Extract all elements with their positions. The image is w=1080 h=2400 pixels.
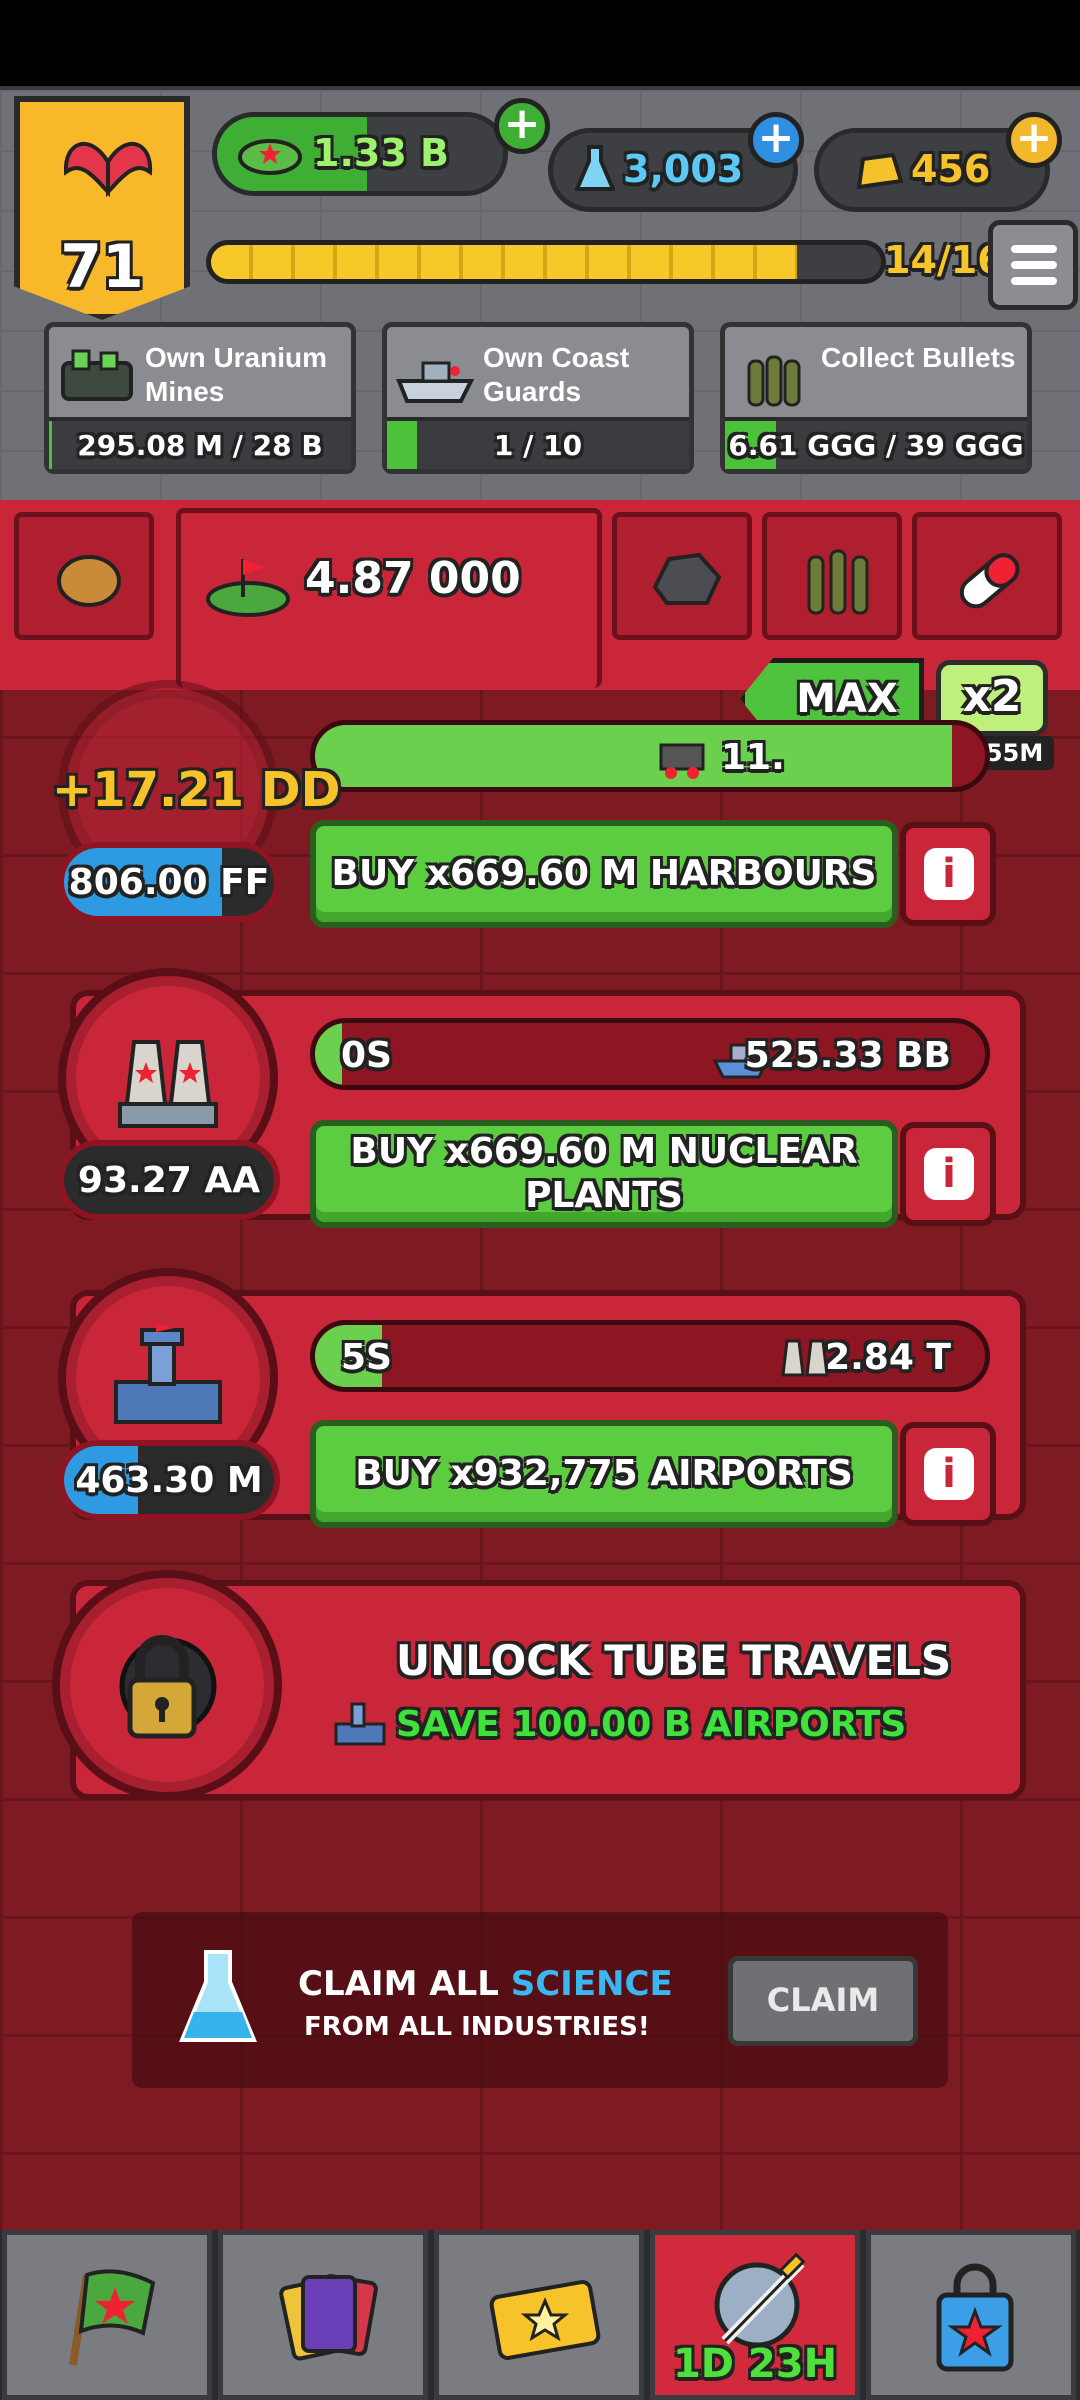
unlock-requirement: SAVE 100.00 B AIRPORTS [396,1704,907,1745]
claim-headline: CLAIM ALL SCIENCE [298,1964,673,2004]
nav-cards[interactable] [218,2230,428,2400]
harbours-earning: 11. [721,737,785,778]
xp-progress-fill [211,245,798,279]
add-science-button[interactable]: + [748,112,804,168]
cash-counter[interactable]: 1.33 B [212,112,508,196]
buy-nuclear-plants-button[interactable]: BUY x669.60 M NUCLEAR PLANTS [310,1120,898,1228]
flag-icon [69,2269,156,2366]
land-flag-icon [206,559,290,617]
nav-shop[interactable] [866,2230,1076,2400]
airport-icon [114,1324,222,1424]
airports-count: 463.30 M [58,1440,280,1520]
hamburger-icon [1011,245,1057,253]
harbours-production-bar: 11. [310,720,990,792]
player-level: 71 [60,232,144,302]
science-value: 3,003 [623,147,744,191]
claim-science-panel: CLAIM ALL SCIENCE FROM ALL INDUSTRIES! C… [132,1912,948,2088]
potato-icon [57,555,121,607]
shopping-bag-icon [936,2263,1014,2372]
uranium-mine-icon [61,349,133,401]
xp-progress-bar [206,240,886,284]
coast-guard-ship-icon [396,361,475,403]
info-icon: i [924,1448,974,1500]
tube-travels-locked-emblem [52,1570,282,1800]
info-icon: i [924,848,974,900]
gold-value: 456 [911,147,991,191]
tab-minerals[interactable] [612,512,752,640]
tab-potatoes[interactable] [14,512,154,640]
airports-count-text: 463.30 M [75,1460,263,1501]
ticket-star-icon [489,2280,601,2360]
nuclear-plant-icon [118,1040,218,1128]
mission-card-uranium[interactable]: Own Uranium Mines 295.08 M / 28 B [44,322,356,474]
bullets-icon [807,549,869,615]
tab-medicine[interactable] [912,512,1062,640]
mission-label: Collect Bullets [821,342,1016,373]
tab-land[interactable]: 4.87 000 [176,508,602,688]
army-cap-icon [238,139,302,175]
harbours-count-text: 806.00 FF [68,862,270,903]
mission-progress-text: 295.08 M / 28 B [77,429,323,462]
mission-progress: 1 / 10 [387,417,689,469]
ore-rock-icon [652,552,722,605]
level-badge[interactable]: 71 [14,96,190,320]
airports-timer: 5S [341,1337,392,1378]
nuclear-plants-timer: 0S [341,1035,392,1076]
mission-label: Own Coast Guards [483,342,630,407]
airports-earning: 2.84 T [825,1337,951,1378]
airports-info-button[interactable]: i [900,1422,996,1526]
claim-subline: FROM ALL INDUSTRIES! [304,2012,650,2042]
bottom-nav: 1D 23H [0,2230,1080,2400]
land-value: 4.87 000 [305,553,521,604]
padlock-icon [119,1635,217,1739]
harbours-floating-earning: +17.21 DD [52,762,341,818]
harbours-count: 806.00 FF [58,842,280,922]
industry-panel: 4.87 000 MAX x2 2H 55M 11. +17.21 DD 806… [0,500,1080,2230]
flask-icon [179,1950,257,2042]
unlock-title: UNLOCK TUBE TRAVELS [396,1636,952,1685]
airports-production-bar: 5S 2.84 T [310,1320,990,1392]
nuclear-plants-info-button[interactable]: i [900,1122,996,1226]
mission-card-coast-guards[interactable]: Own Coast Guards 1 / 10 [382,322,694,474]
gold-bar-icon [856,152,903,190]
harbours-info-button[interactable]: i [900,822,996,926]
pill-icon [959,553,1020,609]
flask-icon [575,145,615,191]
bullets-icon [747,355,801,407]
sword-emblem-icon [714,2252,806,2348]
mission-progress: 295.08 M / 28 B [49,417,351,469]
add-gold-button[interactable]: + [1006,112,1062,168]
nav-territory[interactable] [2,2230,212,2400]
nuclear-plants-earning: 525.33 BB [744,1035,951,1076]
xp-progress-text: 14/16 [884,238,1004,282]
cash-value: 1.33 B [313,131,449,175]
menu-button[interactable] [988,220,1078,310]
info-icon: i [924,1148,974,1200]
mission-progress-text: 6.61 GGG / 39 GGG [728,429,1024,462]
cards-icon [279,2273,378,2361]
claim-highlight: SCIENCE [510,1964,673,2004]
event-timer: 1D 23H [672,2341,838,2387]
wings-icon [63,141,153,198]
claim-button[interactable]: CLAIM [728,1956,918,2046]
tab-bullets[interactable] [762,512,902,640]
mission-progress: 6.61 GGG / 39 GGG [725,417,1027,469]
buy-airports-button[interactable]: BUY x932,775 AIRPORTS [310,1420,898,1528]
nuclear-plants-count-text: 93.27 AA [77,1160,261,1201]
top-header: 71 1.33 B + 3,003 + 456 + 14/16 Own Uran… [0,86,1080,500]
nav-tickets[interactable] [434,2230,644,2400]
nav-event[interactable]: 1D 23H [650,2230,860,2400]
nuclear-plants-production-bar: 0S 525.33 BB [310,1018,990,1090]
mission-progress-text: 1 / 10 [493,429,583,462]
mission-label: Own Uranium Mines [145,342,328,407]
mission-card-bullets[interactable]: Collect Bullets 6.61 GGG / 39 GGG [720,322,1032,474]
buy-harbours-button[interactable]: BUY x669.60 M HARBOURS [310,820,898,928]
add-cash-button[interactable]: + [494,98,550,154]
train-icon [659,743,705,779]
nuclear-plants-count: 93.27 AA [58,1140,280,1220]
airport-small-icon [334,1702,386,1746]
claim-prefix: CLAIM ALL [298,1964,511,2004]
